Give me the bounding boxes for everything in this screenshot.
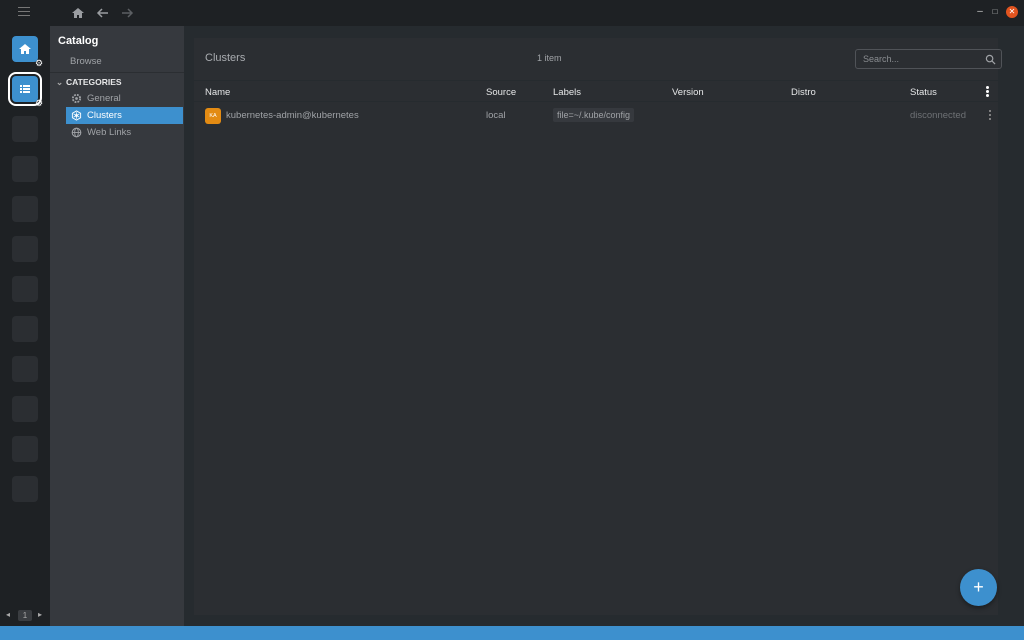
- hotbar-empty-slot[interactable]: [12, 276, 38, 302]
- avatar: KA: [205, 108, 221, 124]
- sidebar-item-label: General: [87, 93, 121, 104]
- chevron-right-icon[interactable]: ▸: [38, 610, 42, 619]
- hotbar-pager: ◂ 1 ▸: [4, 610, 46, 622]
- sidebar-item-clusters[interactable]: Clusters: [66, 107, 183, 124]
- column-header-name[interactable]: Name: [205, 87, 230, 98]
- column-header-labels[interactable]: Labels: [553, 87, 581, 98]
- status-badge: disconnected: [910, 110, 966, 121]
- column-header-distro[interactable]: Distro: [791, 87, 816, 98]
- hotbar-empty-slot[interactable]: [12, 436, 38, 462]
- sidebar-item-general[interactable]: General: [66, 90, 183, 107]
- hotbar-empty-slot[interactable]: [12, 396, 38, 422]
- hotbar-empty-slot[interactable]: [12, 196, 38, 222]
- categories-header[interactable]: ⌄ CATEGORIES: [56, 77, 122, 88]
- clusters-panel: Clusters 1 item Name Source Labels Versi…: [194, 38, 1002, 615]
- hotbar: ⚙ ⚙ ◂ 1 ▸: [0, 26, 50, 626]
- sidebar-item-label: Web Links: [87, 127, 132, 138]
- home-icon: [19, 44, 31, 54]
- columns-menu-icon[interactable]: [984, 86, 990, 98]
- sidebar-item-label: Clusters: [87, 110, 122, 121]
- gear-icon: ⚙: [35, 98, 44, 108]
- hotbar-home[interactable]: ⚙: [12, 36, 43, 68]
- minimize-button[interactable]: –: [974, 6, 986, 18]
- hotbar-catalog[interactable]: ⚙: [8, 72, 43, 108]
- globe-icon: [71, 127, 82, 138]
- chevron-down-icon: ⌄: [56, 77, 64, 87]
- gear-icon: ⚙: [35, 58, 44, 68]
- menu-icon[interactable]: [18, 7, 30, 19]
- home-icon[interactable]: [71, 6, 85, 20]
- hotbar-empty-slot[interactable]: [12, 356, 38, 382]
- hotbar-empty-slot[interactable]: [12, 156, 38, 182]
- back-arrow-icon[interactable]: [96, 6, 110, 20]
- panel-header: Clusters 1 item: [194, 38, 1002, 80]
- hotbar-empty-slot[interactable]: [12, 236, 38, 262]
- hotbar-empty-slot[interactable]: [12, 476, 38, 502]
- table-row[interactable]: KA kubernetes-admin@kubernetes local fil…: [194, 103, 998, 127]
- page-title: Clusters: [205, 52, 246, 64]
- column-header-version[interactable]: Version: [672, 87, 704, 98]
- cluster-source: local: [486, 110, 506, 121]
- gear-icon: [71, 93, 82, 104]
- forward-arrow-icon[interactable]: [120, 6, 134, 20]
- list-icon: [20, 85, 30, 93]
- divider: [50, 72, 184, 73]
- maximize-button[interactable]: □: [989, 6, 1001, 18]
- sidebar-item-web-links[interactable]: Web Links: [66, 124, 183, 141]
- search-input[interactable]: [856, 50, 976, 68]
- hotbar-page-number: 1: [18, 610, 32, 621]
- status-bar: [0, 626, 1024, 640]
- search-box[interactable]: [855, 49, 1002, 69]
- sidebar-title: Catalog: [58, 35, 99, 47]
- catalog-sidebar: Catalog Browse ⌄ CATEGORIES General Clust…: [50, 26, 184, 626]
- chevron-left-icon[interactable]: ◂: [6, 610, 10, 619]
- column-header-status[interactable]: Status: [910, 87, 937, 98]
- column-header-source[interactable]: Source: [486, 87, 516, 98]
- top-bar: – □ ✕: [0, 0, 1024, 26]
- row-menu-icon[interactable]: [988, 110, 992, 121]
- cluster-name: kubernetes-admin@kubernetes: [226, 110, 359, 121]
- hotbar-empty-slot[interactable]: [12, 316, 38, 342]
- kubernetes-icon: [71, 110, 82, 121]
- hotbar-empty-slot[interactable]: [12, 116, 38, 142]
- table-header: Name Source Labels Version Distro Status: [194, 80, 998, 102]
- sidebar-item-browse[interactable]: Browse: [70, 56, 102, 67]
- close-button[interactable]: ✕: [1006, 6, 1018, 18]
- main-area: Clusters 1 item Name Source Labels Versi…: [184, 26, 1024, 626]
- search-icon[interactable]: [985, 54, 996, 65]
- label-badge: file=~/.kube/config: [553, 108, 635, 122]
- add-cluster-button[interactable]: +: [960, 569, 997, 606]
- categories-label: CATEGORIES: [66, 77, 122, 87]
- item-count: 1 item: [537, 53, 562, 63]
